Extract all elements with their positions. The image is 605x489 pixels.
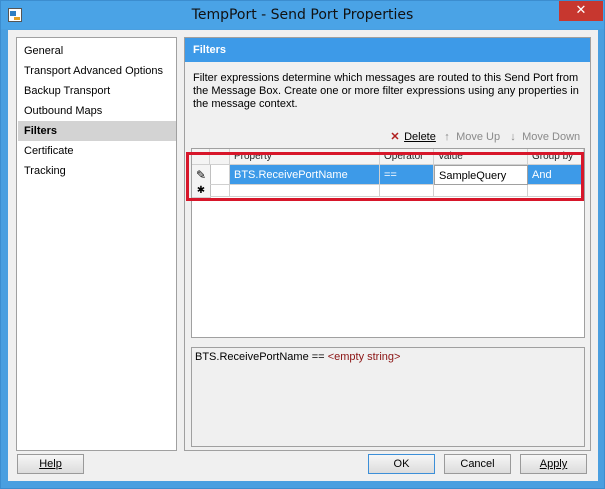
cancel-button[interactable]: Cancel: [444, 454, 511, 474]
properties-window: TempPort - Send Port Properties ✕ Genera…: [0, 0, 605, 489]
help-label: Help: [39, 458, 62, 470]
move-down-button[interactable]: ↓ Move Down: [507, 130, 580, 144]
apply-label: Apply: [539, 458, 568, 470]
new-row-indent: [210, 185, 230, 197]
sidebar-item-tracking[interactable]: Tracking: [18, 161, 176, 181]
window-title: TempPort - Send Port Properties: [191, 7, 414, 23]
summary-text: BTS.ReceivePortName == <empty string>: [195, 351, 400, 363]
grid-cell-property[interactable]: BTS.ReceivePortName: [230, 165, 380, 185]
close-button[interactable]: ✕: [559, 1, 603, 21]
arrow-down-icon: ↓: [510, 131, 516, 143]
summary-expression: BTS.ReceivePortName ==: [195, 351, 325, 363]
sidebar: General Transport Advanced Options Backu…: [16, 37, 177, 451]
new-row-group-by[interactable]: [528, 185, 584, 197]
sidebar-item-general[interactable]: General: [18, 41, 176, 61]
filter-grid[interactable]: Property Operator Value Group by ✎ BTS.R…: [191, 148, 585, 338]
grid-cell-operator[interactable]: ==: [380, 165, 434, 185]
summary-empty-value: <empty string>: [327, 351, 401, 363]
delete-icon: ✕: [390, 131, 400, 143]
column-header-operator[interactable]: Operator: [380, 149, 434, 165]
grid-indent-header: [210, 149, 230, 165]
apply-button[interactable]: Apply: [520, 454, 587, 474]
sidebar-item-backup-transport[interactable]: Backup Transport: [18, 81, 176, 101]
grid-indent-cell: [210, 165, 230, 185]
grid-cell-value-input[interactable]: SampleQuery: [434, 165, 528, 185]
panel-description: Filter expressions determine which messa…: [193, 72, 579, 110]
edit-row-indicator: ✎: [192, 165, 211, 186]
new-row-indicator: ✱: [192, 185, 211, 198]
sidebar-item-outbound-maps[interactable]: Outbound Maps: [18, 101, 176, 121]
arrow-up-icon: ↑: [444, 131, 450, 143]
grid-cell-group-by[interactable]: And: [528, 165, 584, 185]
move-up-button[interactable]: ↑ Move Up: [441, 130, 500, 144]
title-bar[interactable]: TempPort - Send Port Properties ✕: [1, 1, 604, 29]
new-row-operator[interactable]: [380, 185, 434, 197]
sidebar-item-transport-advanced-options[interactable]: Transport Advanced Options: [18, 61, 176, 81]
delete-label: Delete: [404, 131, 436, 143]
column-header-group-by[interactable]: Group by: [528, 149, 584, 165]
dialog-client: General Transport Advanced Options Backu…: [8, 30, 598, 481]
sidebar-item-certificate[interactable]: Certificate: [18, 141, 176, 161]
column-header-value[interactable]: Value: [434, 149, 528, 165]
filters-panel: Filters Filter expressions determine whi…: [184, 37, 591, 451]
filter-expression-summary: BTS.ReceivePortName == <empty string>: [191, 347, 585, 447]
grid-corner-header: [192, 149, 210, 165]
move-up-label: Move Up: [456, 131, 501, 143]
new-row-value[interactable]: [434, 185, 528, 197]
delete-button[interactable]: ✕ Delete: [389, 130, 436, 144]
help-button[interactable]: Help: [17, 454, 84, 474]
new-row-property[interactable]: [230, 185, 380, 197]
sidebar-item-filters[interactable]: Filters: [18, 121, 176, 141]
column-header-property[interactable]: Property: [230, 149, 380, 165]
panel-header: Filters: [185, 38, 590, 62]
move-down-label: Move Down: [522, 131, 581, 143]
ok-button[interactable]: OK: [368, 454, 435, 474]
